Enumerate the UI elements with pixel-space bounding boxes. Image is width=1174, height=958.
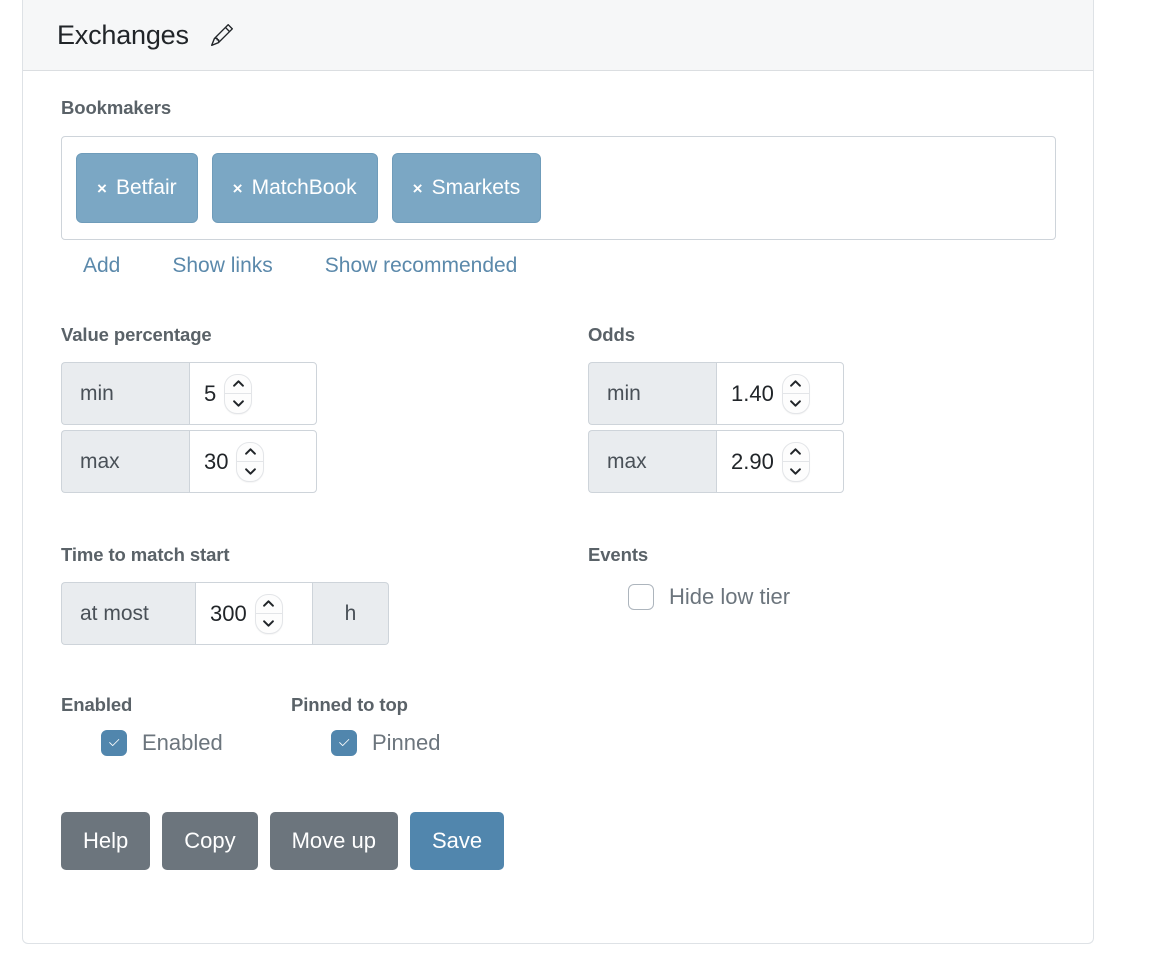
bookmaker-tag[interactable]: × MatchBook: [211, 153, 378, 223]
events-group: Events Hide low tier: [588, 544, 1059, 650]
help-button[interactable]: Help: [61, 812, 151, 870]
card-body: Bookmakers × Betfair × MatchBook × Smark…: [23, 71, 1093, 870]
action-buttons: Help Copy Move up Save: [61, 812, 1059, 870]
add-link[interactable]: Add: [83, 254, 120, 278]
pinned-checkbox-label: Pinned: [372, 730, 441, 755]
value-percentage-max-group: max 30: [61, 430, 317, 493]
time-to-match-start-input-group: at most 300 h: [61, 582, 389, 645]
bookmakers-tag-field[interactable]: × Betfair × MatchBook × Smarkets: [61, 136, 1056, 240]
stepper-down-icon[interactable]: [237, 462, 263, 481]
filters-row-1: Value percentage min 5 max 30 Odds min 1…: [61, 324, 1059, 498]
hide-low-tier-checkbox[interactable]: [628, 584, 654, 610]
time-unit-addon: h: [313, 582, 389, 645]
events-label: Events: [588, 544, 649, 565]
value-percentage-min-group: min 5: [61, 362, 317, 425]
filters-row-2: Time to match start at most 300 h Events…: [61, 544, 1059, 650]
odds-max-input[interactable]: 2.90: [716, 430, 844, 493]
hide-low-tier-row[interactable]: Hide low tier: [588, 584, 1059, 610]
stepper-up-icon[interactable]: [255, 595, 282, 614]
value-percentage-group: Value percentage min 5 max 30: [61, 324, 588, 498]
time-to-match-start-value: 300: [210, 600, 247, 626]
pinned-label: Pinned to top: [291, 694, 408, 715]
odds-min-addon: min: [588, 362, 716, 425]
bookmaker-tag-label: Betfair: [115, 176, 177, 199]
enabled-group: Enabled Enabled: [61, 694, 291, 756]
copy-button[interactable]: Copy: [162, 812, 258, 870]
enabled-checkbox[interactable]: [101, 730, 127, 756]
odds-max-addon: max: [588, 430, 716, 493]
exchanges-card: Exchanges Bookmakers × Betfair × MatchBo…: [22, 0, 1094, 944]
value-percentage-min-stepper[interactable]: [224, 373, 253, 414]
remove-tag-icon[interactable]: ×: [413, 180, 423, 197]
pencil-icon[interactable]: [210, 24, 233, 46]
stepper-down-icon[interactable]: [256, 614, 282, 633]
time-to-match-start-input[interactable]: 300: [195, 582, 313, 645]
stepper-up-icon[interactable]: [225, 375, 252, 394]
odds-min-stepper[interactable]: [781, 373, 810, 414]
stepper-down-icon[interactable]: [783, 394, 809, 413]
page-title: Exchanges: [57, 19, 189, 50]
show-links-link[interactable]: Show links: [172, 254, 272, 278]
value-percentage-max-stepper[interactable]: [236, 441, 265, 482]
stepper-up-icon[interactable]: [782, 443, 809, 462]
time-to-match-start-addon: at most: [61, 582, 195, 645]
value-percentage-min-input[interactable]: 5: [189, 362, 317, 425]
enabled-label: Enabled: [61, 694, 133, 715]
bookmaker-tag-label: Smarkets: [431, 176, 521, 199]
stepper-up-icon[interactable]: [782, 375, 809, 394]
toggles-row: Enabled Enabled Pinned to top Pinned: [61, 694, 1059, 756]
bookmaker-tag[interactable]: × Smarkets: [391, 153, 542, 223]
bookmaker-tag-label: MatchBook: [251, 176, 357, 199]
value-percentage-max-value: 30: [204, 448, 229, 474]
odds-group: Odds min 1.40 max 2.90: [588, 324, 1059, 498]
move-up-button[interactable]: Move up: [269, 812, 398, 870]
hide-low-tier-label: Hide low tier: [669, 584, 791, 609]
remove-tag-icon[interactable]: ×: [97, 180, 107, 197]
value-percentage-min-addon: min: [61, 362, 189, 425]
odds-min-value: 1.40: [731, 380, 774, 406]
odds-max-value: 2.90: [731, 448, 774, 474]
show-recommended-link[interactable]: Show recommended: [325, 254, 518, 278]
odds-min-input[interactable]: 1.40: [716, 362, 844, 425]
card-header: Exchanges: [23, 0, 1093, 71]
stepper-down-icon[interactable]: [225, 394, 251, 413]
pinned-group: Pinned to top Pinned: [291, 694, 1059, 756]
odds-max-group: max 2.90: [588, 430, 844, 493]
odds-min-group: min 1.40: [588, 362, 844, 425]
bookmakers-label: Bookmakers: [61, 97, 172, 118]
odds-label: Odds: [588, 324, 635, 345]
time-to-match-start-group: Time to match start at most 300 h: [61, 544, 588, 650]
time-to-match-start-stepper[interactable]: [254, 593, 283, 634]
pinned-checkbox[interactable]: [331, 730, 357, 756]
enabled-row[interactable]: Enabled: [61, 730, 291, 756]
time-to-match-start-label: Time to match start: [61, 544, 230, 565]
stepper-up-icon[interactable]: [237, 443, 264, 462]
value-percentage-label: Value percentage: [61, 324, 212, 345]
enabled-checkbox-label: Enabled: [142, 730, 223, 755]
stepper-down-icon[interactable]: [783, 462, 809, 481]
bookmaker-tag[interactable]: × Betfair: [76, 153, 198, 223]
remove-tag-icon[interactable]: ×: [233, 180, 243, 197]
odds-max-stepper[interactable]: [781, 441, 810, 482]
save-button[interactable]: Save: [410, 812, 505, 870]
pinned-row[interactable]: Pinned: [291, 730, 1059, 756]
value-percentage-max-addon: max: [61, 430, 189, 493]
value-percentage-min-value: 5: [204, 380, 217, 406]
bookmaker-actions: Add Show links Show recommended: [61, 254, 1059, 278]
value-percentage-max-input[interactable]: 30: [189, 430, 317, 493]
